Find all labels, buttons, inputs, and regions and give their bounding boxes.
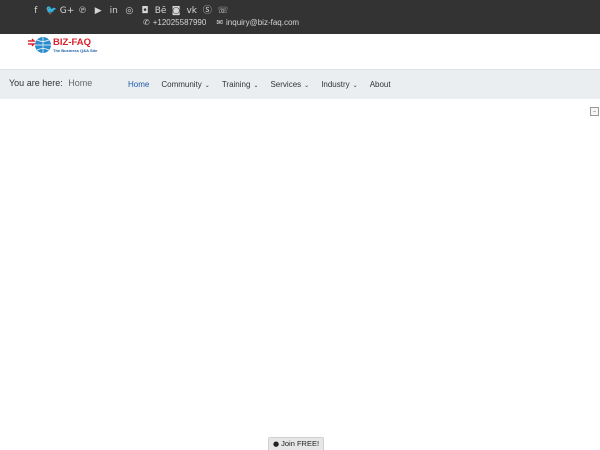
collapse-toggle[interactable]: – (590, 107, 599, 116)
chevron-down-icon: ⌄ (253, 82, 259, 89)
nav-item-services[interactable]: Services ⌄ (264, 80, 315, 89)
join-free-button[interactable]: ● Join FREE! (268, 437, 325, 450)
flickr-icon[interactable]: ◙ (168, 5, 184, 17)
skype-icon[interactable]: Ⓢ (200, 5, 216, 17)
minus-icon: – (593, 108, 596, 115)
top-bar: f 🐦 G+ ℗ ▶ in ◎ ◘ Bē ◙ vk Ⓢ ☏ ✆ +1202558… (0, 0, 600, 34)
pinterest-icon[interactable]: ℗ (75, 5, 91, 17)
social-links: f 🐦 G+ ℗ ▶ in ◎ ◘ Bē ◙ vk Ⓢ ☏ (28, 5, 231, 17)
nav-item-home[interactable]: Home (122, 80, 155, 89)
envelope-icon: ✉ (216, 18, 224, 27)
nav-item-industry[interactable]: Industry ⌄ (315, 80, 364, 89)
logo-tagline: The Business Q&A Site (53, 48, 98, 53)
logo-graphic: BIZ-FAQ The Business Q&A Site (28, 37, 98, 53)
contact-info: ✆ +12025587990 ✉ inquiry@biz-faq.com (143, 17, 299, 29)
nav-item-label: Industry (321, 80, 350, 89)
google-plus-icon[interactable]: G+ (59, 5, 75, 17)
youtube-icon[interactable]: ▶ (90, 5, 106, 17)
nav-bar: You are here: Home Home Community ⌄ Train… (0, 69, 600, 99)
join-free-label: Join FREE! (281, 439, 320, 448)
breadcrumb: You are here: Home (9, 78, 92, 88)
email-address: inquiry@biz-faq.com (226, 18, 300, 27)
logo-title: BIZ-FAQ (53, 37, 91, 48)
chevron-down-icon: ⌄ (352, 82, 358, 89)
behance-icon[interactable]: Bē (153, 5, 169, 17)
linkedin-icon[interactable]: in (106, 5, 122, 17)
phone-number: +12025587990 (152, 18, 207, 27)
nav-item-label: Community (161, 80, 202, 89)
site-logo[interactable]: BIZ-FAQ The Business Q&A Site (28, 36, 108, 56)
nav-item-label: About (369, 80, 391, 89)
main-menu: Home Community ⌄ Training ⌄ Services ⌄ Indu… (122, 80, 397, 89)
phone-icon: ✆ (143, 18, 150, 27)
email-link[interactable]: ✉ inquiry@biz-faq.com (216, 17, 299, 29)
phone-link[interactable]: ✆ +12025587990 (143, 17, 206, 29)
nav-item-label: Services (270, 80, 302, 89)
instagram-icon[interactable]: ◘ (137, 5, 153, 17)
nav-item-training[interactable]: Training ⌄ (216, 80, 265, 89)
breadcrumb-home-link[interactable]: Home (68, 78, 92, 88)
twitter-icon[interactable]: 🐦 (44, 5, 60, 17)
chevron-down-icon: ⌄ (304, 82, 310, 89)
globe-icon: ● (273, 440, 280, 448)
nav-item-about[interactable]: About (364, 80, 397, 89)
chevron-down-icon: ⌄ (204, 82, 210, 89)
facebook-icon[interactable]: f (28, 5, 44, 17)
nav-item-label: Home (128, 80, 150, 89)
dribbble-icon[interactable]: ◎ (122, 5, 138, 17)
whatsapp-icon[interactable]: ☏ (215, 5, 231, 17)
nav-item-community[interactable]: Community ⌄ (155, 80, 215, 89)
vk-icon[interactable]: vk (184, 5, 200, 17)
breadcrumb-label: You are here: (9, 78, 63, 88)
nav-item-label: Training (221, 80, 251, 89)
